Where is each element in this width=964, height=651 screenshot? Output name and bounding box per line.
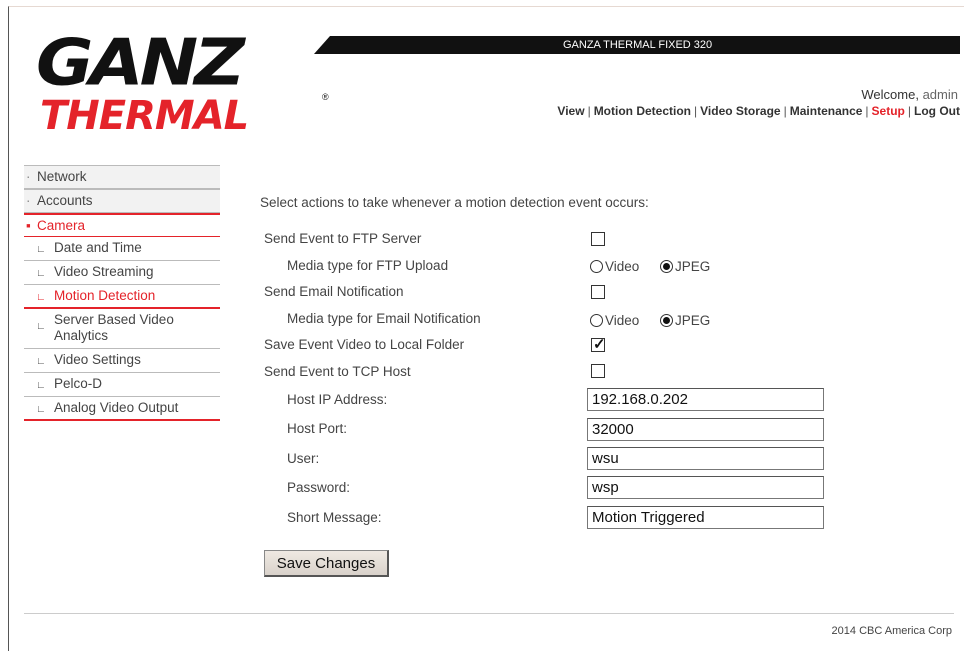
sidebar-item-label: Analog Video Output <box>54 400 179 415</box>
nav-view-link[interactable]: View <box>557 104 584 118</box>
nav-separator: | <box>865 104 869 118</box>
email-checkbox[interactable] <box>591 285 605 299</box>
radio-circle-icon <box>660 314 673 327</box>
welcome-label: Welcome, <box>861 87 919 102</box>
corner-arrow-icon: ∟ <box>36 321 46 332</box>
sidebar-item-label: Accounts <box>37 193 93 208</box>
bullet-icon: · <box>26 169 31 184</box>
logo-thermal-text: THERMAL <box>40 93 249 139</box>
sidebar-subitem-server-based-video-analytics[interactable]: ∟ Server Based Video Analytics <box>24 309 220 349</box>
short-message-input[interactable] <box>587 506 824 529</box>
host-ip-label: Host IP Address: <box>287 392 388 407</box>
sidebar-subitem-date-and-time[interactable]: ∟ Date and Time <box>24 237 220 261</box>
radio-circle-icon <box>660 260 673 273</box>
nav-separator: | <box>907 104 912 118</box>
radio-circle-icon <box>590 260 603 273</box>
save-changes-button[interactable]: Save Changes <box>264 550 389 577</box>
host-ip-input[interactable] <box>587 388 824 411</box>
email-media-jpeg-radio[interactable]: JPEG <box>660 313 710 328</box>
ftp-media-video-radio[interactable]: Video <box>590 259 639 274</box>
corner-arrow-icon: ∟ <box>36 292 46 303</box>
sidebar-item-label: Video Settings <box>54 352 141 367</box>
footer-copyright: 2014 CBC America Corp <box>831 625 952 637</box>
nav-setup-link[interactable]: Setup <box>872 104 905 118</box>
email-label: Send Email Notification <box>264 284 404 299</box>
corner-arrow-icon: ∟ <box>36 244 46 255</box>
radio-label: Video <box>605 313 640 328</box>
nav-separator: | <box>587 104 591 118</box>
password-label: Password: <box>287 480 351 495</box>
radio-circle-icon <box>590 314 603 327</box>
sidebar-item-label: Date and Time <box>54 240 142 255</box>
radio-label: Video <box>605 259 640 274</box>
sidebar-item-label: Pelco-D <box>54 376 103 391</box>
top-navigation: View | Motion Detection | Video Storage | Main… <box>557 104 960 118</box>
email-media-label: Media type for Email Notification <box>287 311 481 326</box>
corner-arrow-icon: ∟ <box>36 268 46 279</box>
tcp-checkbox[interactable] <box>591 364 605 378</box>
sidebar-item-label: Video Streaming <box>54 264 154 279</box>
user-input[interactable] <box>587 447 824 470</box>
radio-label: JPEG <box>675 313 711 328</box>
logo-registered-mark: ® <box>322 92 329 102</box>
nav-maintenance-link[interactable]: Maintenance <box>790 104 863 118</box>
corner-arrow-icon: ∟ <box>36 404 46 415</box>
sidebar-item-label: Camera <box>37 218 86 233</box>
nav-motion-detection-link[interactable]: Motion Detection <box>594 104 691 118</box>
sidebar-item-network[interactable]: · Network <box>24 165 220 189</box>
sidebar-item-label: Motion Detection <box>54 288 156 303</box>
welcome-username: admin <box>922 87 958 102</box>
email-media-video-radio[interactable]: Video <box>590 313 639 328</box>
sidebar-subitem-pelco-d[interactable]: ∟ Pelco-D <box>24 373 220 397</box>
local-folder-label: Save Event Video to Local Folder <box>264 337 465 352</box>
local-folder-checkbox[interactable] <box>591 335 606 353</box>
device-title: GANZA THERMAL FIXED 320 <box>563 39 713 51</box>
nav-logout-link[interactable]: Log Out <box>914 104 960 118</box>
sidebar-subitem-video-streaming[interactable]: ∟ Video Streaming <box>24 261 220 285</box>
ftp-media-label: Media type for FTP Upload <box>287 258 449 273</box>
device-title-bar: GANZA THERMAL FIXED 320 <box>314 36 960 54</box>
setup-sidebar: · Network · Accounts ▪ Camera ∟ Date and Tim… <box>24 165 220 421</box>
logo-ganz-text: GANZ <box>36 24 245 100</box>
ganz-thermal-logo: GANZ THERMAL ® <box>36 30 336 140</box>
radio-label: JPEG <box>675 259 711 274</box>
ftp-media-jpeg-radio[interactable]: JPEG <box>660 259 710 274</box>
nav-video-storage-link[interactable]: Video Storage <box>700 104 780 118</box>
sidebar-subitem-motion-detection[interactable]: ∟ Motion Detection <box>24 285 220 309</box>
footer-divider <box>24 613 954 614</box>
corner-arrow-icon: ∟ <box>36 356 46 367</box>
nav-separator: | <box>783 104 787 118</box>
bullet-icon: ▪ <box>26 218 31 233</box>
sidebar-subitem-analog-video-output[interactable]: ∟ Analog Video Output <box>24 397 220 421</box>
corner-arrow-icon: ∟ <box>36 380 46 391</box>
ftp-checkbox[interactable] <box>591 232 605 246</box>
sidebar-item-camera[interactable]: ▪ Camera <box>24 213 220 237</box>
nav-separator: | <box>694 104 698 118</box>
host-port-input[interactable] <box>587 418 824 441</box>
tcp-label: Send Event to TCP Host <box>264 364 411 379</box>
password-input[interactable] <box>587 476 824 499</box>
sidebar-item-label: Network <box>37 169 87 184</box>
bullet-icon: · <box>26 193 31 208</box>
welcome-text: Welcome, admin <box>861 87 958 102</box>
sidebar-item-label: Server Based Video Analytics <box>54 312 174 343</box>
ftp-label: Send Event to FTP Server <box>264 231 422 246</box>
user-label: User: <box>287 451 320 466</box>
short-message-label: Short Message: <box>287 510 382 525</box>
sidebar-subitem-video-settings[interactable]: ∟ Video Settings <box>24 349 220 373</box>
host-port-label: Host Port: <box>287 421 348 436</box>
form-instructions: Select actions to take whenever a motion… <box>260 195 649 210</box>
sidebar-item-accounts[interactable]: · Accounts <box>24 189 220 213</box>
